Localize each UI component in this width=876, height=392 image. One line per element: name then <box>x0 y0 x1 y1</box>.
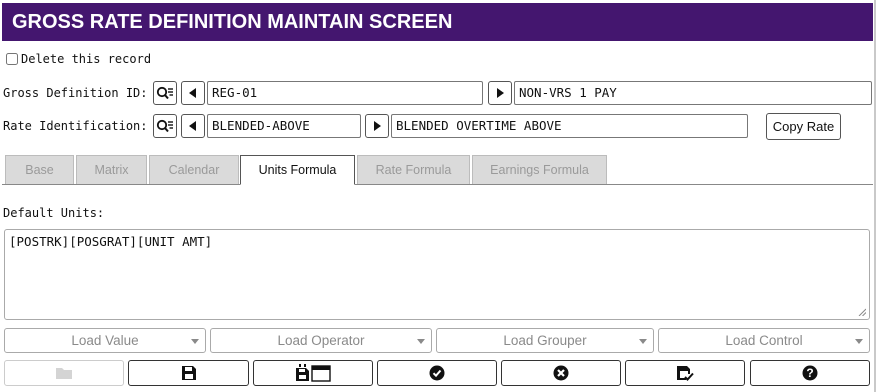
load-operator-label: Load Operator <box>277 333 365 348</box>
triangle-right-icon <box>497 88 504 98</box>
save-icon <box>181 366 196 380</box>
tab-earnings-formula[interactable]: Earnings Formula <box>472 155 607 184</box>
copy-rate-button[interactable]: Copy Rate <box>766 113 841 140</box>
rate-identification-next-button[interactable] <box>365 114 389 138</box>
tabs-divider <box>2 184 873 185</box>
save-new-window-button[interactable] <box>253 360 373 386</box>
default-units-value: [POSTRK][POSGRAT][UNIT AMT] <box>9 234 213 249</box>
save-check-icon <box>677 366 694 381</box>
load-grouper-label: Load Grouper <box>503 333 587 348</box>
save-and-close-button[interactable] <box>625 360 745 386</box>
load-control-select[interactable]: Load Control <box>658 328 870 353</box>
cancel-circle-icon <box>553 365 569 381</box>
triangle-left-icon <box>189 88 196 98</box>
load-value-label: Load Value <box>71 333 139 348</box>
gross-definition-lookup-button[interactable] <box>153 81 177 105</box>
search-list-icon <box>156 119 173 133</box>
page-title: GROSS RATE DEFINITION MAINTAIN SCREEN <box>2 3 873 41</box>
open-button[interactable] <box>4 360 124 386</box>
save-button[interactable] <box>128 360 249 386</box>
tab-base[interactable]: Base <box>5 155 74 184</box>
resize-handle-icon[interactable] <box>858 308 866 316</box>
chevron-down-icon <box>855 339 863 344</box>
tab-units-formula[interactable]: Units Formula <box>240 155 355 185</box>
gross-definition-id-field[interactable]: REG-01 <box>207 81 483 105</box>
default-units-label: Default Units: <box>3 206 105 220</box>
chevron-down-icon <box>639 339 647 344</box>
gross-definition-description-field[interactable]: NON-VRS 1 PAY <box>514 81 872 105</box>
chevron-down-icon <box>191 339 199 344</box>
window-frame: GROSS RATE DEFINITION MAINTAIN SCREEN De… <box>0 0 876 392</box>
load-value-select[interactable]: Load Value <box>4 328 206 353</box>
search-list-icon <box>156 86 173 100</box>
chevron-down-icon <box>417 339 425 344</box>
gross-definition-prev-button[interactable] <box>181 81 205 105</box>
save-window-icon <box>296 364 331 382</box>
rate-identification-prev-button[interactable] <box>181 114 205 138</box>
delete-record-checkbox[interactable] <box>6 53 18 65</box>
confirm-button[interactable] <box>377 360 497 386</box>
rate-identification-lookup-button[interactable] <box>153 114 177 138</box>
folder-icon <box>56 368 72 379</box>
load-operator-select[interactable]: Load Operator <box>210 328 432 353</box>
rate-identification-description-field[interactable]: BLENDED OVERTIME ABOVE <box>391 114 748 138</box>
help-icon: ? <box>802 365 818 381</box>
tab-calendar[interactable]: Calendar <box>149 155 239 184</box>
triangle-left-icon <box>189 121 196 131</box>
delete-record-toggle[interactable]: Delete this record <box>6 50 151 68</box>
delete-record-label: Delete this record <box>21 52 152 66</box>
gross-definition-next-button[interactable] <box>488 81 512 105</box>
tab-matrix[interactable]: Matrix <box>76 155 147 184</box>
help-button[interactable]: ? <box>750 360 870 386</box>
load-grouper-select[interactable]: Load Grouper <box>436 328 654 353</box>
rate-identification-id-field[interactable]: BLENDED-ABOVE <box>207 114 361 138</box>
tab-rate-formula[interactable]: Rate Formula <box>357 155 470 184</box>
rate-identification-label: Rate Identification: <box>3 119 148 133</box>
gross-definition-label: Gross Definition ID: <box>3 86 148 100</box>
check-circle-icon <box>429 365 445 381</box>
default-units-textarea[interactable]: [POSTRK][POSGRAT][UNIT AMT] <box>4 229 870 320</box>
load-control-label: Load Control <box>725 333 803 348</box>
triangle-right-icon <box>374 121 381 131</box>
cancel-button[interactable] <box>501 360 621 386</box>
svg-text:?: ? <box>806 366 813 380</box>
